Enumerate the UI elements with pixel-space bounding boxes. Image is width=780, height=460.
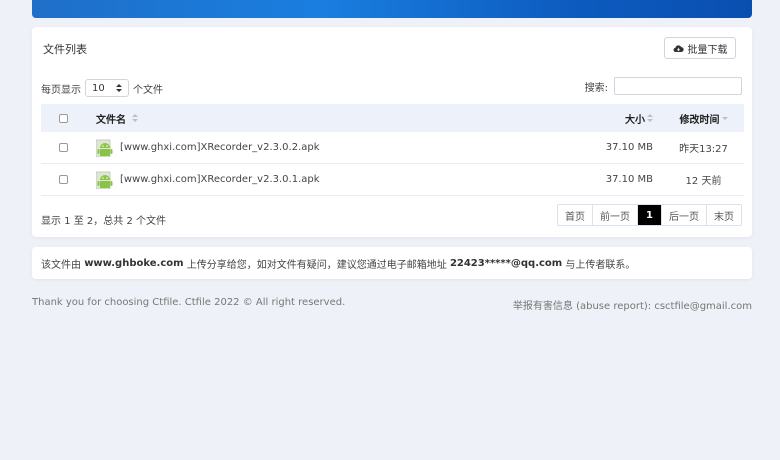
file-name-link[interactable]: [www.ghxi.com]XRecorder_v2.3.0.2.apk	[120, 142, 320, 153]
apk-file-icon	[96, 139, 113, 157]
file-time: 12 天前	[685, 176, 722, 187]
top-banner	[32, 0, 752, 18]
page-next-button[interactable]: 后一页	[662, 205, 707, 225]
table-header: 文件名 大小 修改时间	[41, 104, 744, 132]
page-first-button[interactable]: 首页	[558, 205, 594, 225]
page-last-button[interactable]: 末页	[707, 205, 741, 225]
header-name-label: 文件名	[96, 114, 126, 126]
header-time[interactable]: 修改时间	[663, 111, 744, 126]
table-row[interactable]: [www.ghxi.com]XRecorder_v2.3.0.1.apk 37.…	[41, 164, 744, 196]
row-checkbox[interactable]	[58, 175, 68, 184]
batch-download-label: 批量下载	[687, 44, 728, 56]
notice-middle: 上传分享给您，如对文件有疑问，建议您通过电子邮箱地址	[186, 259, 447, 271]
uploader-site: www.ghboke.com	[84, 257, 184, 269]
header-time-label: 修改时间	[679, 114, 720, 126]
header-size-label: 大小	[625, 114, 645, 126]
footer-copyright: Thank you for choosing Ctfile. Ctfile 20…	[32, 297, 346, 308]
sort-icon	[647, 114, 653, 122]
panel-title: 文件列表	[43, 43, 87, 56]
per-page-suffix: 个文件	[133, 84, 163, 96]
select-all-checkbox[interactable]	[58, 113, 68, 123]
notice-suffix: 与上传者联系。	[565, 259, 636, 271]
page-current-button[interactable]: 1	[638, 205, 662, 225]
file-size: 37.10 MB	[605, 174, 653, 185]
file-name-link[interactable]: [www.ghxi.com]XRecorder_v2.3.0.1.apk	[120, 174, 320, 185]
page-prev-button[interactable]: 前一页	[593, 205, 639, 225]
file-table: 文件名 大小 修改时间 [www.ghxi.com]XRecorder_v2.3…	[41, 104, 744, 196]
batch-download-button[interactable]: 批量下载	[664, 37, 736, 59]
file-list-panel: 文件列表 批量下载 每页显示 10 个文件 搜索: 文件名 大小 修改时间 [w…	[32, 27, 752, 237]
notice-prefix: 该文件由	[41, 259, 81, 271]
updown-icon	[116, 84, 122, 92]
search-control: 搜索:	[585, 77, 742, 95]
header-name[interactable]: 文件名	[85, 111, 513, 126]
per-page-prefix: 每页显示	[41, 84, 81, 96]
sort-desc-icon	[721, 117, 728, 120]
uploader-notice: 该文件由 www.ghboke.com 上传分享给您，如对文件有疑问，建议您通过…	[32, 247, 752, 279]
footer-abuse-report[interactable]: 举报有害信息 (abuse report): csctfile@gmail.co…	[513, 297, 752, 312]
uploader-email: 22423*****@qq.com	[449, 257, 563, 269]
file-time: 昨天13:27	[679, 144, 728, 155]
table-row[interactable]: [www.ghxi.com]XRecorder_v2.3.0.2.apk 37.…	[41, 132, 744, 164]
per-page-control: 每页显示 10 个文件	[41, 79, 163, 97]
per-page-value: 10	[92, 82, 105, 94]
cloud-download-icon	[673, 44, 684, 52]
pagination: 首页 前一页 1 后一页 末页	[557, 204, 742, 226]
search-label: 搜索:	[584, 82, 608, 94]
row-checkbox[interactable]	[58, 143, 68, 152]
apk-file-icon	[96, 171, 113, 189]
header-size[interactable]: 大小	[513, 111, 663, 126]
sort-icon	[132, 114, 138, 122]
per-page-select[interactable]: 10	[85, 79, 129, 97]
table-summary: 显示 1 至 2，总共 2 个文件	[41, 216, 166, 227]
search-input[interactable]	[614, 77, 742, 95]
file-size: 37.10 MB	[605, 142, 653, 153]
